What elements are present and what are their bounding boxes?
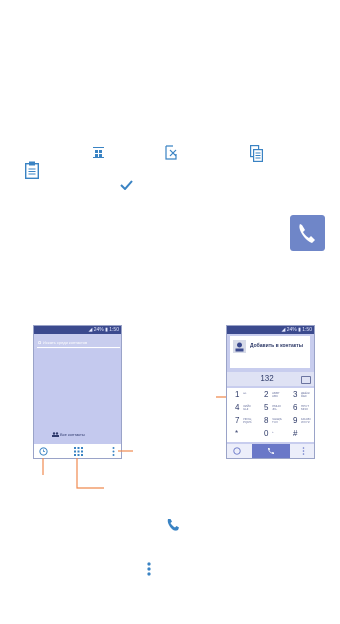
dialpad-icon[interactable] (74, 447, 83, 456)
key-0[interactable]: 0 + (257, 428, 286, 441)
status-bar: ◢ 24% ▮ 1:50 (227, 326, 314, 334)
key-digit: 4 (235, 403, 240, 412)
call-button[interactable] (252, 444, 290, 458)
key-7[interactable]: 7 УФХЦ PQRS (228, 415, 257, 428)
key-8[interactable]: 8 ЧШЩЪ TUV (257, 415, 286, 428)
key-2[interactable]: 2 АБВГ ABC (257, 389, 286, 402)
add-contact-label: Добавить в контакты (250, 343, 304, 349)
key-letters: ПРСТ MNO (301, 404, 310, 411)
key-6[interactable]: 6 ПРСТ MNO (286, 402, 314, 415)
key-digit: 1 (235, 390, 240, 399)
phone-icon (267, 447, 275, 455)
phone-icon (166, 518, 180, 532)
key-digit: 0 (264, 429, 269, 438)
key-9[interactable]: 9 ЫЬЭЮ WXYZ (286, 415, 314, 428)
key-3[interactable]: 3 ДЕЁЖ DEF (286, 389, 314, 402)
copy-icon (250, 145, 263, 162)
search-icon (38, 341, 42, 345)
key-letters: ЧШЩЪ TUV (272, 417, 282, 424)
status-bar: ◢ 24% ▮ 1:50 (34, 326, 121, 334)
clock-icon[interactable] (233, 447, 241, 455)
status-text: ◢ 24% ▮ 1:50 (281, 327, 312, 333)
key-digit: * (235, 429, 239, 438)
key-letters: АБВГ ABC (272, 391, 280, 398)
status-text: ◢ 24% ▮ 1:50 (88, 327, 119, 333)
key-letters: oo (243, 391, 247, 395)
search-placeholder: Искать среди контактов (43, 340, 88, 345)
key-letters: ЗИЙК GHI (243, 404, 251, 411)
avatar (233, 340, 246, 353)
key-digit: 8 (264, 416, 269, 425)
key-digit: # (293, 429, 298, 438)
more-vertical-icon (147, 562, 151, 576)
bottom-bar (227, 444, 314, 458)
dialed-number: 132 (260, 374, 274, 383)
key-letters: ДЕЁЖ DEF (301, 391, 310, 398)
overflow-menu-icon[interactable] (302, 447, 305, 455)
key-letters: УФХЦ PQRS (243, 417, 252, 424)
key-letters: ЫЬЭЮ WXYZ (301, 417, 311, 424)
key-digit: 9 (293, 416, 298, 425)
clipboard-icon (25, 161, 39, 179)
add-contact-card[interactable]: Добавить в контакты (230, 336, 310, 368)
checkmark-icon (120, 180, 133, 190)
key-star[interactable]: * (228, 428, 257, 441)
contacts-icon (52, 432, 59, 437)
dialer-screen: ◢ 24% ▮ 1:50 Добавить в контакты 132 1 oo… (226, 325, 315, 459)
backspace-icon[interactable] (301, 376, 311, 384)
key-digit: 7 (235, 416, 240, 425)
clock-icon[interactable] (39, 447, 48, 456)
key-5[interactable]: 5 ЛМНО JKL (257, 402, 286, 415)
cross-edit-icon (165, 145, 177, 160)
search-field[interactable]: Искать среди контактов (37, 338, 120, 348)
keypad: 1 oo 2 АБВГ ABC 3 ДЕЁЖ DEF 4 ЗИЙК GHI 5 ЛМНО … (227, 388, 314, 442)
key-digit: 6 (293, 403, 298, 412)
overflow-menu-icon[interactable] (112, 447, 115, 456)
phone-icon (290, 215, 325, 251)
key-letters: + (272, 430, 274, 434)
all-contacts-label[interactable]: Все контакты (60, 432, 85, 438)
contacts-screen: ◢ 24% ▮ 1:50 Искать среди контактов Все … (33, 325, 122, 459)
key-digit: 3 (293, 390, 298, 399)
number-bar: 132 (227, 372, 314, 386)
key-1[interactable]: 1 oo (228, 389, 257, 402)
key-letters: ЛМНО JKL (272, 404, 281, 411)
key-hash[interactable]: # (286, 428, 314, 441)
grid-icon (93, 147, 104, 158)
key-digit: 5 (264, 403, 269, 412)
key-4[interactable]: 4 ЗИЙК GHI (228, 402, 257, 415)
contacts-list (34, 349, 121, 445)
key-digit: 2 (264, 390, 269, 399)
